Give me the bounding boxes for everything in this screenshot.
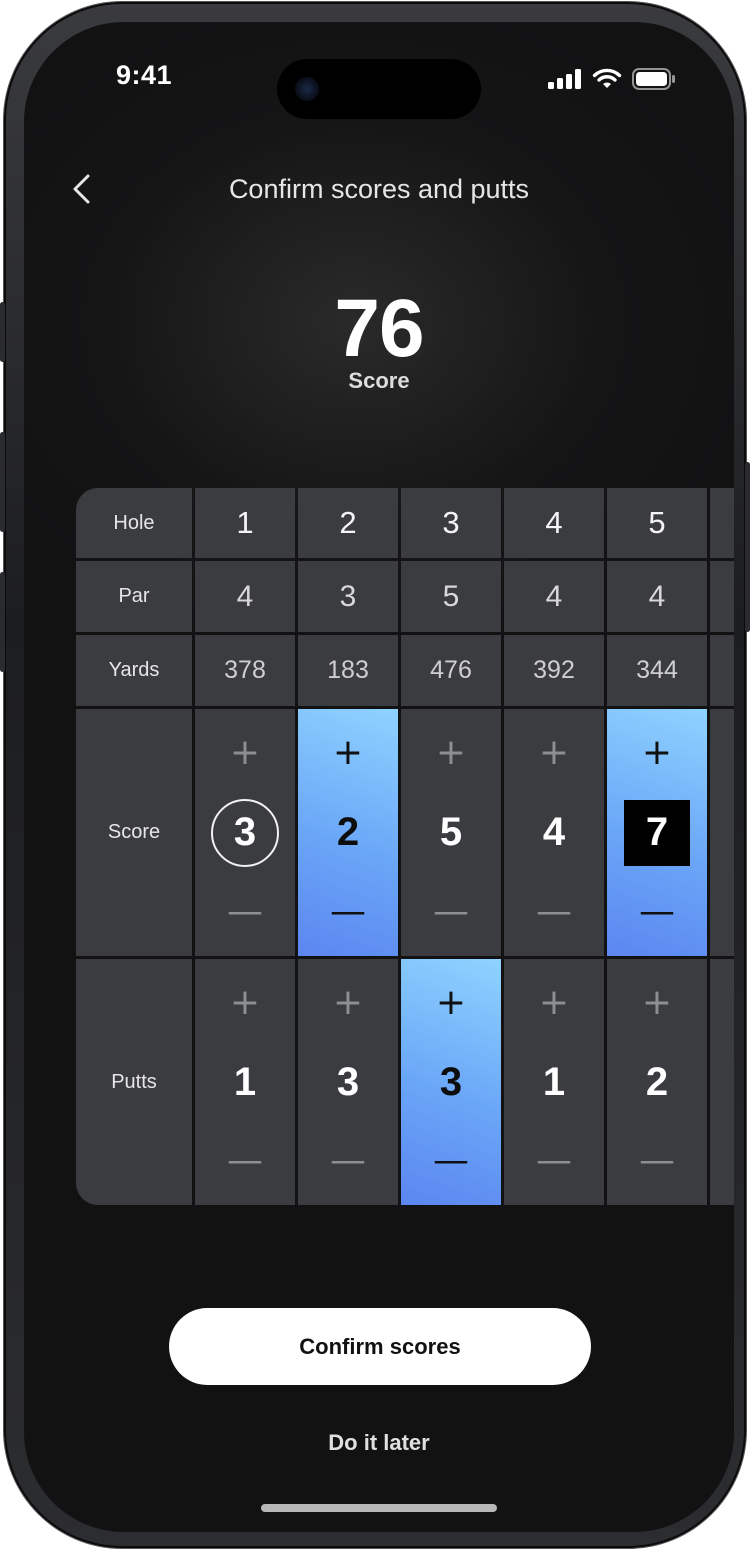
- screen: 9:41 Confirm scores and putts 76 Score H…: [24, 22, 734, 1532]
- putts-value: 1: [233, 1059, 257, 1104]
- score-value: 7: [624, 799, 690, 866]
- decrement-button[interactable]: —: [225, 892, 265, 932]
- putts-value: 2: [645, 1059, 669, 1104]
- increment-button[interactable]: +: [328, 983, 368, 1023]
- hole-number: 5: [607, 488, 707, 558]
- score-stepper-hole-4: + 4 —: [504, 709, 604, 956]
- score-value: 5: [439, 810, 463, 854]
- score-stepper-partial: [710, 709, 734, 956]
- par-value: 4: [504, 561, 604, 632]
- score-value: 3: [211, 798, 279, 867]
- do-it-later-link[interactable]: Do it later: [24, 1430, 734, 1456]
- putts-stepper-hole-1: + 1 —: [195, 959, 295, 1205]
- phone-frame: 9:41 Confirm scores and putts 76 Score H…: [0, 2, 750, 1548]
- scorecard-table: Hole 1 2 3 4 5 Par 4 3 5 4 4 Yards 378 1…: [76, 488, 734, 1205]
- putts-stepper-hole-5: + 2 —: [607, 959, 707, 1205]
- decrement-button[interactable]: —: [637, 1141, 677, 1181]
- par-value: 4: [195, 561, 295, 632]
- increment-button[interactable]: +: [431, 733, 471, 773]
- increment-button[interactable]: +: [225, 983, 265, 1023]
- decrement-button[interactable]: —: [637, 892, 677, 932]
- putts-value: 3: [336, 1059, 360, 1104]
- row-label-score: Score: [76, 709, 192, 956]
- par-value: 5: [401, 561, 501, 632]
- increment-button[interactable]: +: [637, 733, 677, 773]
- putts-value: 1: [542, 1059, 566, 1104]
- hole-number: 2: [298, 488, 398, 558]
- confirm-scores-button[interactable]: Confirm scores: [169, 1308, 591, 1385]
- putts-stepper-hole-4: + 1 —: [504, 959, 604, 1205]
- decrement-button[interactable]: —: [431, 1141, 471, 1181]
- increment-button[interactable]: +: [534, 983, 574, 1023]
- side-button: [0, 302, 5, 362]
- yards-value-partial: [710, 635, 734, 706]
- yards-value: 344: [607, 635, 707, 706]
- par-value: 4: [607, 561, 707, 632]
- scorecard-grid: Hole 1 2 3 4 5 Par 4 3 5 4 4 Yards 378 1…: [76, 488, 734, 1205]
- total-score-label: Score: [348, 368, 410, 393]
- home-indicator[interactable]: [261, 1504, 497, 1512]
- row-label-putts: Putts: [76, 959, 192, 1205]
- yards-value: 392: [504, 635, 604, 706]
- increment-button[interactable]: +: [534, 733, 574, 773]
- hole-number: 1: [195, 488, 295, 558]
- increment-button[interactable]: +: [225, 733, 265, 773]
- decrement-button[interactable]: —: [534, 892, 574, 932]
- increment-button[interactable]: +: [328, 733, 368, 773]
- page-title: Confirm scores and putts: [228, 174, 530, 204]
- power-button: [745, 462, 750, 632]
- score-stepper-hole-3: + 5 —: [401, 709, 501, 956]
- volume-down-button: [0, 572, 5, 672]
- battery-icon: [632, 68, 675, 90]
- hole-number: 4: [504, 488, 604, 558]
- wifi-icon: [592, 68, 622, 88]
- score-stepper-hole-1: + 3 —: [195, 709, 295, 956]
- decrement-button[interactable]: —: [431, 892, 471, 932]
- yards-value: 183: [298, 635, 398, 706]
- par-value-partial: [710, 561, 734, 632]
- par-value: 3: [298, 561, 398, 632]
- total-score: 76: [334, 283, 424, 374]
- score-stepper-hole-5: + 7 —: [607, 709, 707, 956]
- row-label-par: Par: [76, 561, 192, 632]
- decrement-button[interactable]: —: [225, 1141, 265, 1181]
- putts-value: 3: [439, 1059, 463, 1104]
- dynamic-island: [277, 59, 481, 119]
- yards-value: 378: [195, 635, 295, 706]
- row-label-hole: Hole: [76, 488, 192, 558]
- yards-value: 476: [401, 635, 501, 706]
- volume-up-button: [0, 432, 5, 532]
- score-value: 4: [542, 810, 566, 854]
- putts-stepper-hole-2: + 3 —: [298, 959, 398, 1205]
- putts-stepper-hole-3: + 3 —: [401, 959, 501, 1205]
- camera-icon: [295, 77, 319, 101]
- row-label-yards: Yards: [76, 635, 192, 706]
- hole-number: 3: [401, 488, 501, 558]
- decrement-button[interactable]: —: [328, 1141, 368, 1181]
- score-stepper-hole-2: + 2 —: [298, 709, 398, 956]
- status-icons: [548, 68, 676, 90]
- increment-button[interactable]: +: [431, 983, 471, 1023]
- putts-stepper-partial: [710, 959, 734, 1205]
- hole-number-partial: [710, 488, 734, 558]
- decrement-button[interactable]: —: [534, 1141, 574, 1181]
- decrement-button[interactable]: —: [328, 892, 368, 932]
- status-time: 9:41: [116, 60, 173, 90]
- signal-icon: [548, 69, 581, 89]
- score-value: 2: [336, 810, 360, 854]
- increment-button[interactable]: +: [637, 983, 677, 1023]
